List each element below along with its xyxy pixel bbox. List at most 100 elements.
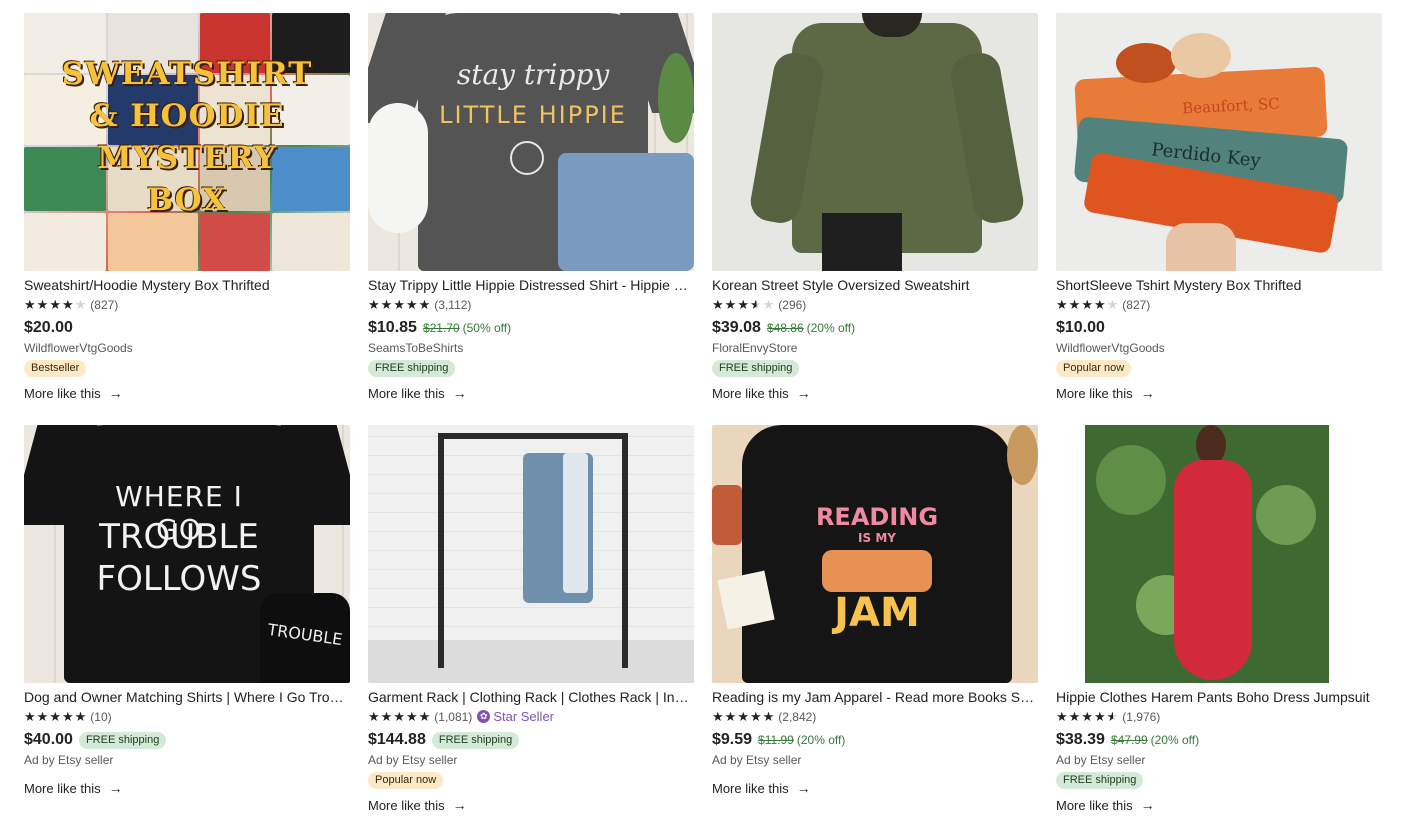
free-shipping-badge: FREE shipping — [78, 731, 167, 749]
more-like-this-link[interactable]: More like this → — [712, 780, 811, 796]
arrow-right-icon: → — [1140, 385, 1155, 401]
price-row: $10.85 $21.70 (50% off) — [368, 318, 694, 338]
image-headline: SWEATSHIRT — [61, 56, 313, 92]
price-row: $10.00 — [1056, 318, 1382, 338]
price: $10.00 — [1056, 319, 1105, 336]
pants-shape — [822, 213, 902, 271]
image-tile — [200, 213, 270, 271]
listing-image[interactable] — [1056, 425, 1382, 683]
more-like-this-link[interactable]: More like this → — [1056, 797, 1155, 813]
ad-label: Ad by Etsy seller — [712, 753, 802, 767]
listing-image[interactable]: READING IS MY JAM — [712, 425, 1038, 683]
star-icon: ★ — [1106, 709, 1119, 724]
price-row: $20.00 — [24, 318, 350, 338]
price: $39.08 — [712, 319, 761, 336]
listing-image[interactable]: SWEATSHIRT & HOODIE MYSTERY BOX — [24, 13, 350, 271]
shop-name[interactable]: WildflowerVtgGoods — [24, 341, 350, 356]
rating-row: ★ ★ ★ ★ ★ (827) — [24, 297, 350, 312]
more-like-this-link[interactable]: More like this → — [368, 797, 467, 813]
listing-card[interactable]: Korean Street Style Oversized Sweatshirt… — [712, 13, 1038, 403]
star-icon: ★ — [49, 709, 61, 724]
original-price: $11.99 — [758, 733, 794, 747]
review-count: (1,976) — [1122, 709, 1161, 724]
star-icon: ★ — [1056, 297, 1068, 312]
ad-label: Ad by Etsy seller — [24, 753, 114, 767]
image-headline: BOX — [146, 182, 228, 218]
listing-card[interactable]: Beaufort, SC Perdido Key ShortSleeve Tsh… — [1056, 13, 1382, 403]
shop-name[interactable]: SeamsToBeShirts — [368, 341, 694, 356]
image-headline: IS MY — [858, 531, 896, 545]
arrow-right-icon: → — [108, 780, 123, 796]
rating-row: ★ ★ ★ ★ ★ (3,112) — [368, 297, 694, 312]
image-headline: TROUBLE — [99, 517, 259, 557]
bestseller-badge: Bestseller — [24, 360, 87, 377]
review-count: (2,842) — [778, 709, 817, 724]
star-icon: ★ — [49, 297, 61, 312]
listing-image[interactable]: Beaufort, SC Perdido Key — [1056, 13, 1382, 271]
review-count: (827) — [90, 297, 119, 312]
star-seller-badge: ✿ Star Seller — [477, 709, 554, 724]
listing-image[interactable] — [712, 13, 1038, 271]
shop-name[interactable]: FloralEnvyStore — [712, 341, 1038, 356]
more-like-this-link[interactable]: More like this → — [712, 385, 811, 401]
hand-shape — [1166, 223, 1236, 271]
listing-title[interactable]: Hippie Clothes Harem Pants Boho Dress Ju… — [1056, 689, 1382, 706]
listing-image[interactable] — [368, 425, 694, 683]
arrow-right-icon: → — [452, 797, 467, 813]
hanging-clothes — [563, 453, 588, 593]
leaf-shape — [1256, 485, 1316, 545]
review-count: (10) — [90, 709, 112, 724]
jeans-shape — [558, 153, 694, 271]
original-price: $48.86 — [766, 321, 804, 335]
shop-name[interactable]: WildflowerVtgGoods — [1056, 341, 1382, 356]
discount: (20% off) — [796, 733, 846, 747]
free-shipping-badge: FREE shipping — [431, 731, 520, 749]
rating-row: ★ ★ ★ ★ ★ (10) — [24, 709, 350, 724]
star-icon: ★ — [1081, 709, 1093, 724]
original-price: $21.70 — [422, 321, 460, 335]
listing-card[interactable]: Hippie Clothes Harem Pants Boho Dress Ju… — [1056, 425, 1382, 815]
image-headline: FOLLOWS — [96, 559, 262, 599]
listing-card[interactable]: Garment Rack | Clothing Rack | Clothes R… — [368, 425, 694, 815]
listing-card[interactable]: READING IS MY JAM Reading is my Jam Appa… — [712, 425, 1038, 798]
price: $9.59 — [712, 731, 753, 748]
star-icon: ★ — [749, 297, 762, 312]
photo-shape — [717, 570, 775, 630]
price: $144.88 — [368, 731, 426, 748]
head-shape — [1196, 425, 1226, 465]
camera-shape — [712, 485, 742, 545]
arrow-right-icon: → — [108, 385, 123, 401]
basket-shape — [1007, 425, 1038, 485]
free-shipping-badge: FREE shipping — [1056, 772, 1144, 789]
image-headline: MYSTERY — [97, 140, 277, 176]
listing-image[interactable]: stay trippy LITTLE HIPPIE — [368, 13, 694, 271]
star-seller-icon: ✿ — [477, 710, 491, 723]
listing-title[interactable]: Dog and Owner Matching Shirts | Where I … — [24, 689, 350, 706]
star-icon: ★ — [24, 709, 36, 724]
more-like-this-link[interactable]: More like this → — [368, 385, 467, 401]
listing-title[interactable]: Sweatshirt/Hoodie Mystery Box Thrifted — [24, 277, 350, 294]
rack-bar — [438, 433, 628, 439]
star-rating: ★ ★ ★ ★ ★ — [1056, 710, 1118, 723]
arrow-right-icon: → — [796, 780, 811, 796]
more-like-this-link[interactable]: More like this → — [24, 385, 123, 401]
more-like-this-link[interactable]: More like this → — [1056, 385, 1155, 401]
more-like-this-label: More like this — [712, 780, 789, 796]
price-row: $38.39 $47.99 (20% off) — [1056, 730, 1382, 750]
listing-title[interactable]: Korean Street Style Oversized Sweatshirt — [712, 277, 1038, 294]
original-price: $47.99 — [1110, 733, 1148, 747]
listing-title[interactable]: ShortSleeve Tshirt Mystery Box Thrifted — [1056, 277, 1382, 294]
image-headline: READING — [815, 503, 939, 531]
listing-card[interactable]: stay trippy LITTLE HIPPIE Stay Trippy Li… — [368, 13, 694, 403]
listing-card[interactable]: WHERE I GO TROUBLE FOLLOWS TROUBLE Dog a… — [24, 425, 350, 798]
listing-title[interactable]: Stay Trippy Little Hippie Distressed Shi… — [368, 277, 694, 294]
star-icon: ★ — [737, 709, 749, 724]
more-like-this-label: More like this — [24, 780, 101, 796]
listing-title[interactable]: Reading is my Jam Apparel - Read more Bo… — [712, 689, 1038, 706]
more-like-this-link[interactable]: More like this → — [24, 780, 123, 796]
listing-image[interactable]: WHERE I GO TROUBLE FOLLOWS TROUBLE — [24, 425, 350, 683]
listing-card[interactable]: SWEATSHIRT & HOODIE MYSTERY BOX Sweatshi… — [24, 13, 350, 403]
rating-row: ★ ★ ★ ★ ★ (1,976) — [1056, 709, 1382, 724]
listing-title[interactable]: Garment Rack | Clothing Rack | Clothes R… — [368, 689, 694, 706]
star-icon: ★ — [712, 709, 724, 724]
